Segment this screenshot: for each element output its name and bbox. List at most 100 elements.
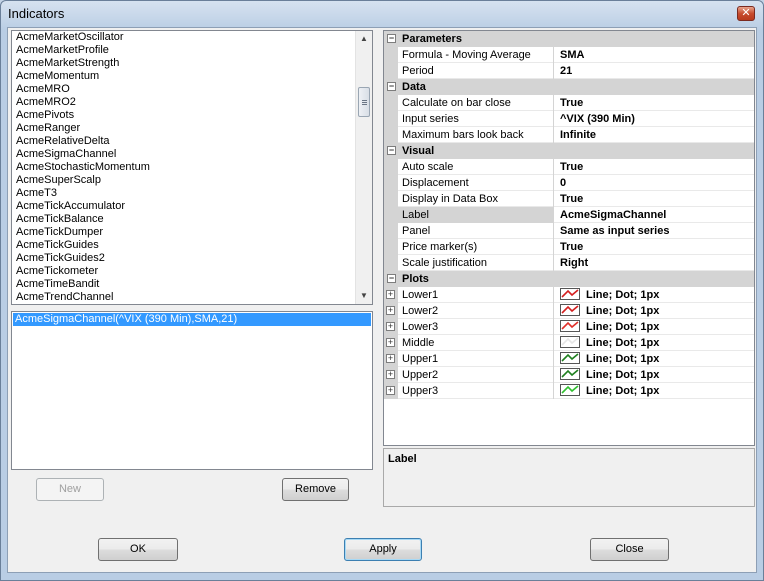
collapse-toggle-icon[interactable]: − <box>387 146 396 155</box>
apply-button[interactable]: Apply <box>344 538 422 561</box>
plot-name: Upper2 <box>398 367 554 383</box>
row-gutter <box>384 175 398 191</box>
indicator-list-item[interactable]: AcmeMarketOscillator <box>12 31 372 44</box>
scroll-down-icon[interactable]: ▼ <box>356 288 372 304</box>
category-label: Parameters <box>402 33 462 45</box>
plot-value[interactable]: Line; Dot; 1px <box>555 319 754 335</box>
property-name: Maximum bars look back <box>398 127 554 143</box>
property-row[interactable]: Auto scale True <box>384 159 754 175</box>
expand-plus-icon[interactable]: + <box>386 306 395 315</box>
collapse-toggle-icon[interactable]: − <box>387 274 396 283</box>
plot-value[interactable]: Line; Dot; 1px <box>555 351 754 367</box>
indicator-list-item[interactable]: AcmeMarketProfile <box>12 44 372 57</box>
collapse-toggle-icon[interactable]: − <box>387 34 396 43</box>
property-value[interactable]: Right <box>555 255 754 271</box>
property-value[interactable]: ^VIX (390 Min) <box>555 111 754 127</box>
indicator-list-item[interactable]: AcmeTickGuides2 <box>12 252 372 265</box>
indicator-list-item[interactable]: AcmeTickometer <box>12 265 372 278</box>
property-row[interactable]: Calculate on bar close True <box>384 95 754 111</box>
plot-row[interactable]: + Upper3 Line; Dot; 1px <box>384 383 754 399</box>
indicator-list-item[interactable]: AcmeTickAccumulator <box>12 200 372 213</box>
plot-value[interactable]: Line; Dot; 1px <box>555 367 754 383</box>
property-row[interactable]: Scale justification Right <box>384 255 754 271</box>
plot-style-text: Line; Dot; 1px <box>586 353 660 365</box>
property-value[interactable]: True <box>555 239 754 255</box>
scroll-thumb[interactable] <box>358 87 370 117</box>
row-gutter <box>384 191 398 207</box>
indicator-list-item[interactable]: AcmePivots <box>12 109 372 122</box>
close-window-button[interactable]: ✕ <box>737 6 755 21</box>
plot-value[interactable]: Line; Dot; 1px <box>555 287 754 303</box>
row-gutter <box>384 63 398 79</box>
plot-value[interactable]: Line; Dot; 1px <box>555 335 754 351</box>
property-row[interactable]: Label AcmeSigmaChannel <box>384 207 754 223</box>
plot-color-swatch-icon <box>560 320 580 332</box>
property-grid[interactable]: − Parameters Formula - Moving Average SMA Pe… <box>383 30 755 446</box>
indicator-list-item[interactable]: AcmeTickBalance <box>12 213 372 226</box>
configured-indicator-item[interactable]: AcmeSigmaChannel(^VIX (390 Min),SMA,21) <box>13 313 371 326</box>
property-row[interactable]: Panel Same as input series <box>384 223 754 239</box>
property-row[interactable]: Formula - Moving Average SMA <box>384 47 754 63</box>
collapse-toggle-icon[interactable]: − <box>387 82 396 91</box>
indicator-list[interactable]: AcmeMarketOscillator AcmeMarketProfile Acm… <box>11 30 373 305</box>
expand-plus-icon[interactable]: + <box>386 290 395 299</box>
indicator-list-item[interactable]: AcmeStochasticMomentum <box>12 161 372 174</box>
indicator-list-item[interactable]: AcmeSigmaChannel <box>12 148 372 161</box>
property-value[interactable]: 21 <box>555 63 754 79</box>
property-row[interactable]: Period 21 <box>384 63 754 79</box>
indicator-list-item[interactable]: AcmeMRO2 <box>12 96 372 109</box>
property-row[interactable]: Price marker(s) True <box>384 239 754 255</box>
remove-button[interactable]: Remove <box>282 478 349 501</box>
category-visual[interactable]: − Visual <box>384 143 754 159</box>
expand-plus-icon[interactable]: + <box>386 370 395 379</box>
property-value[interactable]: True <box>555 191 754 207</box>
expand-plus-icon[interactable]: + <box>386 386 395 395</box>
property-value[interactable]: True <box>555 159 754 175</box>
ok-button[interactable]: OK <box>98 538 178 561</box>
indicator-list-item[interactable]: AcmeRanger <box>12 122 372 135</box>
property-row[interactable]: Display in Data Box True <box>384 191 754 207</box>
indicator-list-item[interactable]: AcmeSuperScalp <box>12 174 372 187</box>
category-plots[interactable]: − Plots <box>384 271 754 287</box>
indicator-list-item[interactable]: AcmeTimeBandit <box>12 278 372 291</box>
property-value[interactable]: AcmeSigmaChannel <box>555 207 754 223</box>
plot-row[interactable]: + Upper2 Line; Dot; 1px <box>384 367 754 383</box>
thumb-grip-line <box>362 102 367 103</box>
property-value[interactable]: Infinite <box>555 127 754 143</box>
indicator-list-item[interactable]: AcmeTrendChannel <box>12 291 372 304</box>
expand-plus-icon[interactable]: + <box>386 322 395 331</box>
expand-plus-icon[interactable]: + <box>386 338 395 347</box>
expand-plus-icon[interactable]: + <box>386 354 395 363</box>
indicator-list-item[interactable]: AcmeMRO <box>12 83 372 96</box>
plot-row[interactable]: + Lower2 Line; Dot; 1px <box>384 303 754 319</box>
indicator-list-item[interactable]: AcmeTickGuides <box>12 239 372 252</box>
indicator-list-item[interactable]: AcmeTickDumper <box>12 226 372 239</box>
indicator-list-item[interactable]: AcmeMomentum <box>12 70 372 83</box>
indicator-list-scrollbar[interactable]: ▲ ▼ <box>355 31 372 304</box>
plot-row[interactable]: + Upper1 Line; Dot; 1px <box>384 351 754 367</box>
plot-row[interactable]: + Lower3 Line; Dot; 1px <box>384 319 754 335</box>
new-button[interactable]: New <box>36 478 104 501</box>
plot-value[interactable]: Line; Dot; 1px <box>555 303 754 319</box>
scroll-up-icon[interactable]: ▲ <box>356 31 372 47</box>
plot-value[interactable]: Line; Dot; 1px <box>555 383 754 399</box>
plot-row[interactable]: + Lower1 Line; Dot; 1px <box>384 287 754 303</box>
property-row[interactable]: Input series ^VIX (390 Min) <box>384 111 754 127</box>
category-data[interactable]: − Data <box>384 79 754 95</box>
close-button[interactable]: Close <box>590 538 669 561</box>
property-value[interactable]: SMA <box>555 47 754 63</box>
plot-row[interactable]: + Middle Line; Dot; 1px <box>384 335 754 351</box>
property-value[interactable]: True <box>555 95 754 111</box>
category-parameters[interactable]: − Parameters <box>384 31 754 47</box>
property-value[interactable]: Same as input series <box>555 223 754 239</box>
plot-line-preview <box>561 385 579 394</box>
indicator-list-item[interactable]: AcmeT3 <box>12 187 372 200</box>
plot-line-stroke <box>561 321 579 330</box>
row-gutter <box>384 255 398 271</box>
indicator-list-item[interactable]: AcmeRelativeDelta <box>12 135 372 148</box>
indicator-list-item[interactable]: AcmeMarketStrength <box>12 57 372 70</box>
property-row[interactable]: Maximum bars look back Infinite <box>384 127 754 143</box>
property-value[interactable]: 0 <box>555 175 754 191</box>
property-row[interactable]: Displacement 0 <box>384 175 754 191</box>
configured-indicators-list[interactable]: AcmeSigmaChannel(^VIX (390 Min),SMA,21) <box>11 311 373 470</box>
